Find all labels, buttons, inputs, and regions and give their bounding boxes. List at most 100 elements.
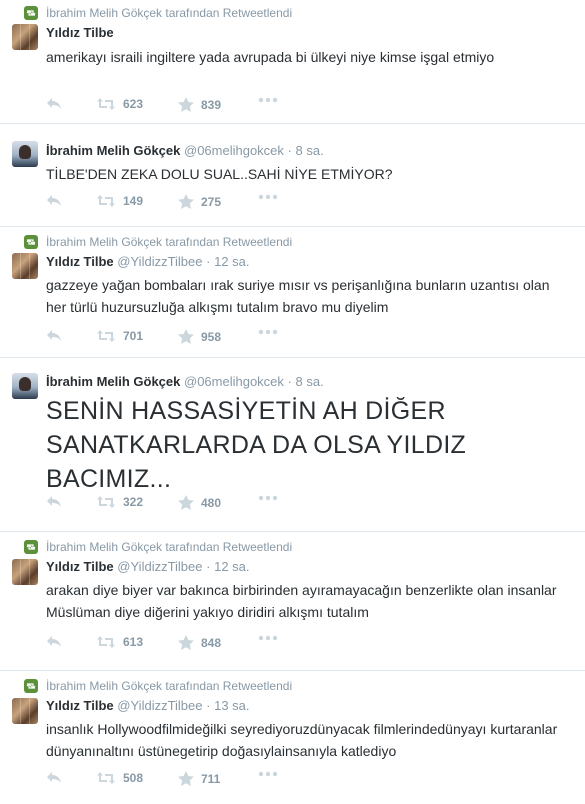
- reply-icon: [47, 636, 61, 647]
- separator-dot: ·: [206, 559, 211, 574]
- more-button[interactable]: [258, 771, 278, 777]
- author-name[interactable]: Yıldız Tilbe: [46, 25, 114, 40]
- tweet-text: SENİN HASSASİYETİN AH DİĞER SANATKARLARD…: [46, 397, 467, 493]
- more-button[interactable]: [258, 97, 278, 103]
- retweet-count: 613: [123, 635, 144, 649]
- favorite-count: 275: [201, 194, 222, 209]
- avatar[interactable]: [12, 698, 38, 724]
- author-handle[interactable]: @06melihgokcek: [184, 143, 284, 158]
- retweet-icon: [97, 195, 115, 207]
- author-name[interactable]: Yıldız Tilbe: [46, 698, 114, 713]
- retweet-context[interactable]: İbrahim Melih Gökçek tarafından Retweetl…: [24, 6, 293, 20]
- author-name[interactable]: İbrahim Melih Gökçek: [46, 374, 180, 389]
- reply-button[interactable]: [46, 635, 62, 649]
- retweet-context-text: İbrahim Melih Gökçek tarafından Retweetl…: [46, 679, 293, 693]
- avatar[interactable]: [12, 24, 38, 50]
- tweet-time[interactable]: 8 sa.: [296, 374, 324, 389]
- favorite-count: 711: [201, 771, 221, 786]
- retweet-button[interactable]: 322: [96, 495, 143, 509]
- reply-button[interactable]: [46, 97, 62, 111]
- more-button[interactable]: [258, 194, 278, 200]
- retweet-icon: [97, 330, 115, 342]
- retweet-icon: [97, 636, 115, 648]
- author-handle[interactable]: @YildizzTilbee: [117, 698, 202, 713]
- author-handle[interactable]: @06melihgokcek: [184, 374, 284, 389]
- retweet-context[interactable]: İbrahim Melih Gökçek tarafından Retweetl…: [24, 540, 293, 554]
- avatar[interactable]: [12, 559, 38, 585]
- retweet-button[interactable]: 508: [96, 771, 143, 785]
- retweet-button[interactable]: 613: [96, 635, 143, 649]
- separator-dot: ·: [206, 698, 211, 713]
- tweet[interactable]: İbrahim Melih Gökçek @06melihgokcek · 8 …: [0, 124, 585, 227]
- more-dots-icon: [258, 97, 278, 103]
- favorite-count: 480: [201, 495, 222, 510]
- reply-button[interactable]: [46, 329, 62, 343]
- separator-dot: ·: [287, 143, 292, 158]
- retweet-context[interactable]: İbrahim Melih Gökçek tarafından Retweetl…: [24, 235, 293, 249]
- more-dots-icon: [258, 329, 278, 335]
- star-icon: [178, 97, 194, 112]
- more-dots-icon: [258, 194, 278, 200]
- retweet-count: 508: [123, 771, 144, 785]
- retweet-context-text: İbrahim Melih Gökçek tarafından Retweetl…: [46, 6, 293, 20]
- avatar[interactable]: [12, 253, 38, 279]
- separator-dot: ·: [287, 374, 292, 389]
- tweet-text: TİLBE'DEN ZEKA DOLU SUAL..SAHİ NİYE ETMİ…: [46, 166, 393, 182]
- tweet[interactable]: İbrahim Melih Gökçek tarafından Retweetl…: [0, 671, 585, 804]
- retweet-button[interactable]: 623: [96, 97, 143, 111]
- tweet-time[interactable]: 8 sa.: [296, 143, 324, 158]
- retweet-context-text: İbrahim Melih Gökçek tarafından Retweetl…: [46, 235, 293, 249]
- more-button[interactable]: [258, 635, 278, 641]
- more-button[interactable]: [258, 495, 278, 501]
- more-dots-icon: [258, 771, 278, 777]
- retweet-context-text: İbrahim Melih Gökçek tarafından Retweetl…: [46, 540, 293, 554]
- reply-button[interactable]: [46, 194, 62, 208]
- tweet[interactable]: İbrahim Melih Gökçek @06melihgokcek · 8 …: [0, 358, 585, 532]
- star-icon: [178, 329, 194, 344]
- tweet-time[interactable]: 12 sa.: [214, 559, 249, 574]
- author-name[interactable]: Yıldız Tilbe: [46, 559, 114, 574]
- favorite-count: 958: [201, 329, 222, 344]
- author-name[interactable]: İbrahim Melih Gökçek: [46, 143, 180, 158]
- favorite-button[interactable]: 839: [178, 97, 221, 112]
- tweet-text: amerikayı israili ingiltere yada avrupad…: [46, 49, 495, 65]
- retweet-count: 322: [123, 495, 144, 509]
- retweet-context[interactable]: İbrahim Melih Gökçek tarafından Retweetl…: [24, 679, 293, 693]
- author-handle[interactable]: @YildizzTilbee: [117, 254, 202, 269]
- more-button[interactable]: [258, 329, 278, 335]
- favorite-button[interactable]: 711: [178, 771, 220, 786]
- reply-button[interactable]: [46, 495, 62, 509]
- star-icon: [178, 495, 194, 510]
- avatar[interactable]: [12, 373, 38, 399]
- retweet-button[interactable]: 149: [96, 194, 143, 208]
- tweet-header: İbrahim Melih Gökçek @06melihgokcek · 8 …: [46, 374, 324, 389]
- retweet-context-icon: [24, 540, 38, 554]
- favorite-button[interactable]: 958: [178, 329, 221, 344]
- retweet-icon: [97, 496, 115, 508]
- tweet-timeline: İbrahim Melih Gökçek tarafından Retweetl…: [0, 0, 585, 804]
- favorite-button[interactable]: 480: [178, 495, 221, 510]
- retweet-count: 701: [123, 329, 144, 343]
- author-name[interactable]: Yıldız Tilbe: [46, 254, 114, 269]
- reply-icon: [47, 98, 61, 109]
- retweet-button[interactable]: 701: [96, 329, 143, 343]
- reply-button[interactable]: [46, 771, 62, 785]
- tweet-time[interactable]: 13 sa.: [214, 698, 249, 713]
- favorite-button[interactable]: 848: [178, 635, 221, 650]
- retweet-icon: [97, 772, 115, 784]
- retweet-count: 623: [123, 97, 144, 111]
- reply-icon: [47, 330, 61, 341]
- tweet-header: Yıldız Tilbe @YildizzTilbee · 12 sa.: [46, 254, 250, 269]
- author-handle[interactable]: @YildizzTilbee: [117, 559, 202, 574]
- favorite-count: 839: [201, 97, 222, 112]
- favorite-button[interactable]: 275: [178, 194, 221, 209]
- tweet[interactable]: İbrahim Melih Gökçek tarafından Retweetl…: [0, 532, 585, 671]
- tweet-header: Yıldız Tilbe @YildizzTilbee · 13 sa.: [46, 698, 250, 713]
- tweet-time[interactable]: 12 sa.: [214, 254, 249, 269]
- tweet[interactable]: İbrahim Melih Gökçek tarafından Retweetl…: [0, 227, 585, 358]
- tweet-header: Yıldız Tilbe @YildizzTilbee · 12 sa.: [46, 559, 250, 574]
- tweet[interactable]: İbrahim Melih Gökçek tarafından Retweetl…: [0, 0, 585, 124]
- retweet-context-icon: [24, 679, 38, 693]
- more-dots-icon: [258, 635, 278, 641]
- avatar[interactable]: [12, 141, 38, 167]
